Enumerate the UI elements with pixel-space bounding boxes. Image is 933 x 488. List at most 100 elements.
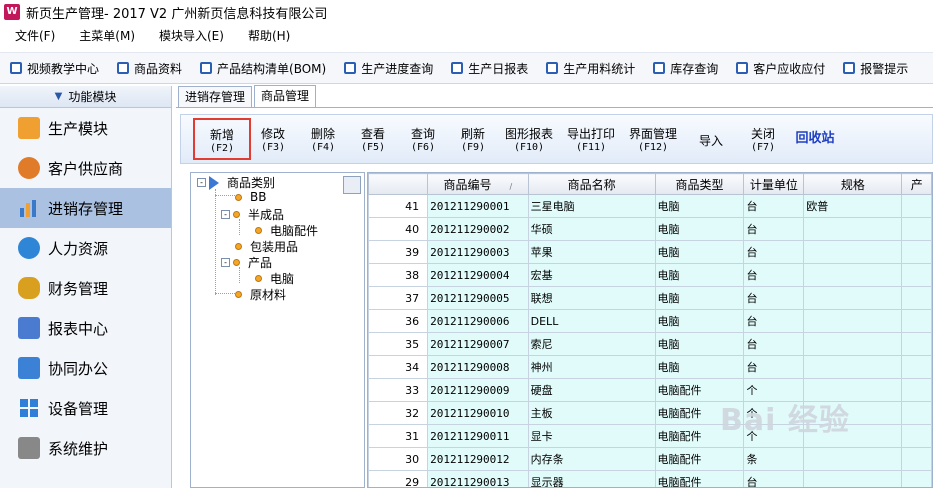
column-header-spec[interactable]: 规格 xyxy=(803,173,903,195)
table-cell[interactable]: 台 xyxy=(743,217,805,241)
tab-inventory-management[interactable]: 进销存管理 xyxy=(178,86,253,107)
table-cell[interactable]: 201211290011 xyxy=(427,424,529,448)
column-header-code[interactable]: 商品编号 ∕ xyxy=(427,173,529,195)
table-cell[interactable]: 苹果 xyxy=(527,240,656,264)
row-number-cell[interactable]: 41 xyxy=(368,194,429,218)
table-cell[interactable]: 201211290013 xyxy=(427,470,529,487)
table-cell[interactable]: 201211290005 xyxy=(427,286,529,310)
table-row[interactable]: 35 201211290007 索尼 电脑台 xyxy=(368,332,932,356)
row-number-cell[interactable]: 32 xyxy=(368,401,429,425)
table-cell[interactable] xyxy=(803,217,903,241)
table-cell[interactable]: 201211290008 xyxy=(427,355,529,379)
table-cell[interactable] xyxy=(901,355,932,379)
tree-node-pc-parts[interactable]: 电脑配件 xyxy=(255,222,318,239)
sidebar-item-inventory[interactable]: 进销存管理 xyxy=(0,188,171,228)
table-cell[interactable]: 201211290002 xyxy=(427,217,529,241)
table-row[interactable]: 33 201211290009 硬盘 电脑配件个 xyxy=(368,378,932,402)
table-cell[interactable]: 电脑 xyxy=(654,194,745,218)
table-cell[interactable]: 联想 xyxy=(527,286,656,310)
tree-toolbar-icon[interactable] xyxy=(343,176,361,194)
table-cell[interactable]: 电脑 xyxy=(654,355,745,379)
toolbar-daily-report-button[interactable]: 生产日报表 xyxy=(441,56,536,80)
menu-help[interactable]: 帮助(H) xyxy=(233,24,299,48)
table-cell[interactable]: 台 xyxy=(743,286,805,310)
table-cell[interactable]: 个 xyxy=(743,401,805,425)
toolbar-receivable-button[interactable]: 客户应收应付 xyxy=(726,56,833,80)
tree-node-bb[interactable]: BB xyxy=(235,190,266,204)
toolbar-bom-button[interactable]: 产品结构清单(BOM) xyxy=(190,56,334,80)
delete-button[interactable]: 删除 (F4) xyxy=(301,127,345,155)
table-cell[interactable] xyxy=(901,309,932,333)
query-button[interactable]: 查询 (F6) xyxy=(401,127,445,155)
recycle-bin-button[interactable]: 回收站 xyxy=(785,132,845,146)
chart-report-button[interactable]: 图形报表 (F10) xyxy=(499,127,559,155)
row-number-cell[interactable]: 38 xyxy=(368,263,429,287)
table-cell[interactable] xyxy=(803,309,903,333)
menu-file[interactable]: 文件(F) xyxy=(0,24,64,48)
table-cell[interactable] xyxy=(803,424,903,448)
table-cell[interactable]: 201211290006 xyxy=(427,309,529,333)
sidebar-item-system[interactable]: 系统维护 xyxy=(0,428,171,468)
table-cell[interactable]: 电脑 xyxy=(654,309,745,333)
table-cell[interactable] xyxy=(901,378,932,402)
table-cell[interactable]: 电脑 xyxy=(654,240,745,264)
table-cell[interactable] xyxy=(803,263,903,287)
toolbar-material-stats-button[interactable]: 生产用料统计 xyxy=(536,56,643,80)
sidebar-item-equipment[interactable]: 设备管理 xyxy=(0,388,171,428)
row-number-cell[interactable]: 36 xyxy=(368,309,429,333)
table-cell[interactable] xyxy=(803,447,903,471)
tree-node-semi-finished[interactable]: - 半成品 xyxy=(221,206,284,223)
table-cell[interactable]: 神州 xyxy=(527,355,656,379)
row-number-cell[interactable]: 35 xyxy=(368,332,429,356)
sidebar-item-hr[interactable]: 人力资源 xyxy=(0,228,171,268)
tree-node-packaging[interactable]: 包装用品 xyxy=(235,238,298,255)
table-cell[interactable]: 索尼 xyxy=(527,332,656,356)
tree-root[interactable]: - 商品类别 xyxy=(197,174,275,191)
table-cell[interactable]: 电脑 xyxy=(654,217,745,241)
table-cell[interactable]: 硬盘 xyxy=(527,378,656,402)
edit-button[interactable]: 修改 (F3) xyxy=(251,127,295,155)
table-row[interactable]: 39 201211290003 苹果 电脑台 xyxy=(368,240,932,264)
table-cell[interactable] xyxy=(901,470,932,487)
table-row[interactable]: 36 201211290006 DELL 电脑台 xyxy=(368,309,932,333)
table-row[interactable]: 38 201211290004 宏基 电脑台 xyxy=(368,263,932,287)
table-cell[interactable]: 201211290001 xyxy=(427,194,529,218)
sidebar-item-report-center[interactable]: 报表中心 xyxy=(0,308,171,348)
sidebar-header[interactable]: ▼ 功能模块 xyxy=(0,86,171,108)
table-cell[interactable]: 台 xyxy=(743,309,805,333)
table-cell[interactable] xyxy=(901,332,932,356)
table-cell[interactable]: 电脑 xyxy=(654,332,745,356)
table-row[interactable]: 40 201211290002 华硕 电脑台 xyxy=(368,217,932,241)
table-cell[interactable] xyxy=(901,194,932,218)
table-cell[interactable] xyxy=(901,263,932,287)
table-cell[interactable]: 电脑 xyxy=(654,286,745,310)
import-button[interactable]: 导入 xyxy=(689,134,733,148)
table-cell[interactable] xyxy=(803,470,903,487)
table-cell[interactable]: DELL xyxy=(527,309,656,333)
table-cell[interactable]: 欧普 xyxy=(803,194,903,218)
row-number-cell[interactable]: 39 xyxy=(368,240,429,264)
row-number-cell[interactable]: 34 xyxy=(368,355,429,379)
table-cell[interactable] xyxy=(803,332,903,356)
collapse-icon[interactable]: - xyxy=(197,178,206,187)
table-cell[interactable]: 201211290009 xyxy=(427,378,529,402)
table-cell[interactable] xyxy=(901,217,932,241)
toolbar-alarm-button[interactable]: 报警提示 xyxy=(833,56,916,80)
table-cell[interactable]: 个 xyxy=(743,378,805,402)
tab-product-management[interactable]: 商品管理 xyxy=(254,85,317,107)
row-number-cell[interactable]: 30 xyxy=(368,447,429,471)
add-button[interactable]: 新增 (F2) xyxy=(193,118,251,160)
menu-module-import[interactable]: 模块导入(E) xyxy=(144,24,233,48)
table-cell[interactable]: 台 xyxy=(743,355,805,379)
table-cell[interactable]: 宏基 xyxy=(527,263,656,287)
sidebar-item-customer-supplier[interactable]: 客户供应商 xyxy=(0,148,171,188)
export-print-button[interactable]: 导出打印 (F11) xyxy=(561,127,621,155)
table-cell[interactable]: 内存条 xyxy=(527,447,656,471)
table-cell[interactable] xyxy=(803,240,903,264)
table-cell[interactable]: 显示器 xyxy=(527,470,656,487)
table-row[interactable]: 34 201211290008 神州 电脑台 xyxy=(368,355,932,379)
table-cell[interactable] xyxy=(901,286,932,310)
table-cell[interactable]: 华硕 xyxy=(527,217,656,241)
row-number-cell[interactable]: 31 xyxy=(368,424,429,448)
tree-node-raw-material[interactable]: 原材料 xyxy=(235,286,286,303)
